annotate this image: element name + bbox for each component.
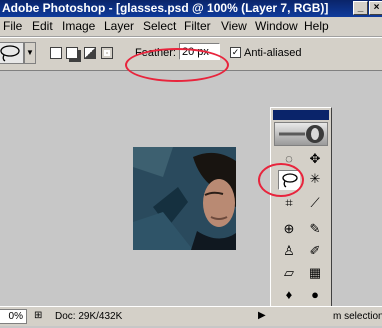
title-bar: Adobe Photoshop - [glasses.psd @ 100% (L… <box>0 0 382 17</box>
window-title: Adobe Photoshop - [glasses.psd @ 100% (L… <box>2 1 329 15</box>
lasso-preset-icon <box>0 45 20 62</box>
minimize-button[interactable]: _ <box>353 1 368 15</box>
toolbox: ◌ ✥ ✳ ⌗ ⟋ ⊕ ✎ ♙ ✐ ▱ ▦ ♦ ● ➤ T <box>270 107 332 325</box>
intersect-selection-mode-icon[interactable] <box>101 47 113 59</box>
document-canvas[interactable] <box>133 147 236 250</box>
crop-tool-icon[interactable]: ⌗ <box>278 194 300 214</box>
clone-stamp-tool-icon[interactable]: ♙ <box>278 242 300 262</box>
menu-filter[interactable]: Filter <box>184 19 211 33</box>
menu-window[interactable]: Window <box>255 19 298 33</box>
subtract-selection-mode-icon[interactable] <box>84 47 96 59</box>
new-selection-mode-icon[interactable] <box>50 47 62 59</box>
toolbox-title-bar[interactable] <box>273 110 329 120</box>
status-bar: 0% ⊞ Doc: 29K/432K ▶ m selection <box>0 306 382 326</box>
menu-edit[interactable]: Edit <box>32 19 53 33</box>
add-to-selection-mode-icon[interactable] <box>66 47 78 59</box>
status-hint-text: m selection <box>333 311 382 322</box>
dodge-tool-icon[interactable]: ● <box>304 286 326 306</box>
zoom-field[interactable]: 0% <box>0 309 27 324</box>
menu-view[interactable]: View <box>221 19 247 33</box>
menu-select[interactable]: Select <box>143 19 176 33</box>
status-menu-arrow-icon[interactable]: ▶ <box>258 310 266 321</box>
preset-dropdown-arrow-icon[interactable]: ▼ <box>24 42 36 64</box>
feather-highlight-circle <box>125 48 229 82</box>
eraser-tool-icon[interactable]: ▱ <box>278 264 300 284</box>
tool-preset-picker[interactable] <box>0 42 24 64</box>
menu-help[interactable]: Help <box>304 19 329 33</box>
close-button[interactable]: × <box>369 1 382 15</box>
menu-image[interactable]: Image <box>62 19 95 33</box>
blur-tool-icon[interactable]: ♦ <box>278 286 300 306</box>
menu-bar: File Edit Image Layer Select Filter View… <box>0 17 382 37</box>
portrait-image <box>133 147 236 250</box>
anti-aliased-label: Anti-aliased <box>244 47 302 59</box>
magic-wand-tool-icon[interactable]: ✳ <box>304 170 326 190</box>
slice-tool-icon[interactable]: ⟋ <box>304 194 326 214</box>
toolbox-logo[interactable] <box>274 122 328 146</box>
brush-tool-icon[interactable]: ✎ <box>304 220 326 240</box>
status-info-icon: ⊞ <box>34 310 43 321</box>
anti-aliased-checkbox[interactable]: ✓ <box>230 47 241 58</box>
menu-file[interactable]: File <box>3 19 22 33</box>
history-brush-tool-icon[interactable]: ✐ <box>304 242 326 262</box>
document-size-info: Doc: 29K/432K <box>55 311 123 322</box>
menu-layer[interactable]: Layer <box>104 19 134 33</box>
eye-logo-icon <box>279 125 324 143</box>
lasso-highlight-circle <box>258 163 304 197</box>
healing-brush-tool-icon[interactable]: ⊕ <box>278 220 300 240</box>
move-tool-icon[interactable]: ✥ <box>304 150 326 170</box>
gradient-tool-icon[interactable]: ▦ <box>304 264 326 284</box>
